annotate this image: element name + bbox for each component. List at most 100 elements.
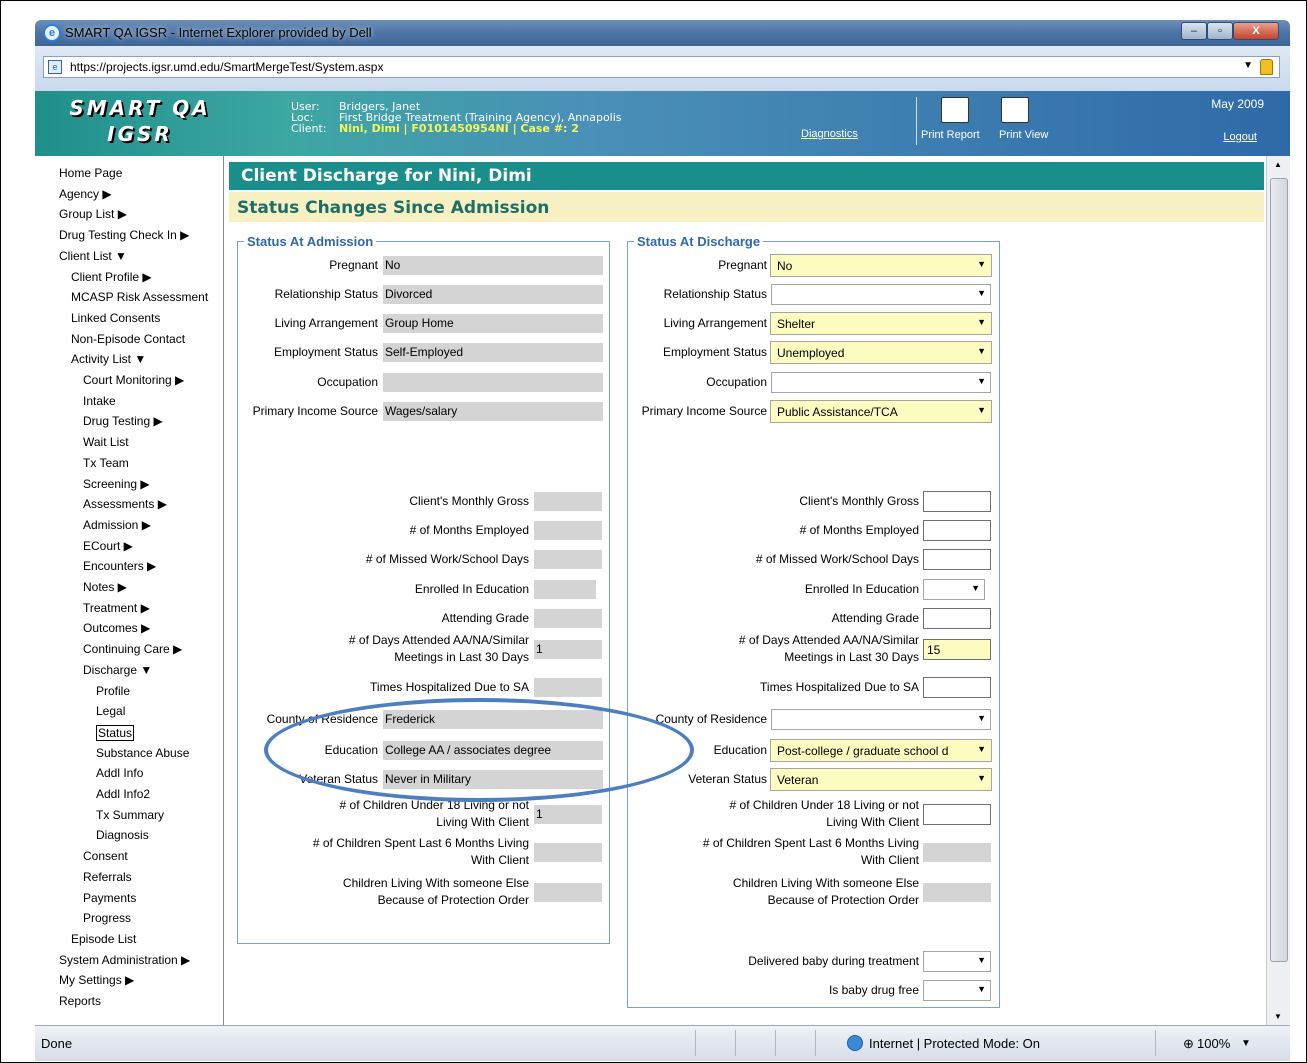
select-field[interactable]: ▼ xyxy=(923,951,991,972)
close-button[interactable]: X xyxy=(1233,22,1279,40)
nav-item[interactable]: Drug Testing ▶ xyxy=(83,414,163,428)
text-input[interactable] xyxy=(923,549,991,570)
maximize-button[interactable]: ▫ xyxy=(1207,22,1233,40)
text-input[interactable] xyxy=(923,491,991,512)
nav-item[interactable]: Agency ▶ xyxy=(59,187,112,201)
field-label: Times Hospitalized Due to SA xyxy=(760,680,919,694)
select-field[interactable]: ▼ xyxy=(771,372,991,393)
text-input[interactable] xyxy=(923,608,991,629)
globe-icon xyxy=(847,1035,863,1051)
nav-item[interactable]: Referrals xyxy=(83,870,132,884)
field-label: Children Living With someone Else Becaus… xyxy=(342,876,529,907)
field-label: # of Children Spent Last 6 Months Living… xyxy=(312,836,529,867)
select-field[interactable]: Post-college / graduate school d ▼ xyxy=(770,739,992,762)
select-field[interactable]: Unemployed ▼ xyxy=(770,341,992,364)
print-report-icon[interactable] xyxy=(941,97,969,123)
nav-item[interactable]: Reports xyxy=(59,994,101,1008)
select-field[interactable]: Veteran ▼ xyxy=(770,768,992,791)
nav-item[interactable]: Continuing Care ▶ xyxy=(83,642,182,656)
readonly-field: Wages/salary xyxy=(383,402,603,421)
nav-item[interactable]: Intake xyxy=(83,394,116,408)
text-input[interactable]: 15 xyxy=(923,639,991,660)
chevron-down-icon: ▼ xyxy=(977,346,986,356)
nav-item[interactable]: Status xyxy=(96,724,135,741)
select-field[interactable]: Shelter ▼ xyxy=(770,312,992,335)
nav-item[interactable]: Home Page xyxy=(59,166,122,180)
lock-icon[interactable] xyxy=(1260,59,1273,75)
nav-item[interactable]: Court Monitoring ▶ xyxy=(83,373,184,387)
nav-item[interactable]: Episode List xyxy=(71,932,136,946)
chevron-down-icon: ▼ xyxy=(977,317,986,327)
nav-item[interactable]: Tx Summary xyxy=(96,808,164,822)
status-text: Done xyxy=(41,1036,73,1051)
field-label: Client's Monthly Gross xyxy=(409,494,529,508)
address-bar-area: e https://projects.igsr.umd.edu/SmartMer… xyxy=(35,46,1290,91)
nav-item[interactable]: Addl Info2 xyxy=(96,787,150,801)
window-titlebar: e SMART QA IGSR - Internet Explorer prov… xyxy=(35,20,1290,46)
nav-item[interactable]: Discharge ▼ xyxy=(83,663,152,677)
nav-item[interactable]: Addl Info xyxy=(96,766,143,780)
nav-item[interactable]: Substance Abuse xyxy=(96,746,189,760)
readonly-field: College AA / associates degree xyxy=(383,741,603,760)
nav-item[interactable]: My Settings ▶ xyxy=(59,973,134,987)
nav-item[interactable]: Encounters ▶ xyxy=(83,559,156,573)
nav-item[interactable]: Legal xyxy=(96,704,125,718)
nav-item[interactable]: Screening ▶ xyxy=(83,477,150,491)
nav-item[interactable]: MCASP Risk Assessment xyxy=(71,290,208,304)
select-field[interactable]: Public Assistance/TCA ▼ xyxy=(770,400,992,423)
diagnostics-link[interactable]: Diagnostics xyxy=(801,128,858,140)
print-view-label[interactable]: Print View xyxy=(999,129,1048,141)
chevron-down-icon: ▼ xyxy=(977,713,986,723)
nav-item[interactable]: ECourt ▶ xyxy=(83,539,133,553)
minimize-button[interactable]: – xyxy=(1181,22,1207,40)
scroll-down-icon[interactable]: ▼ xyxy=(1274,1012,1282,1021)
text-input[interactable] xyxy=(923,520,991,541)
select-field[interactable]: ▼ xyxy=(771,284,991,305)
nav-item[interactable]: Payments xyxy=(83,891,136,905)
nav-item[interactable]: Non-Episode Contact xyxy=(71,332,185,346)
screenshot-frame: e SMART QA IGSR - Internet Explorer prov… xyxy=(0,0,1307,1063)
nav-item[interactable]: Treatment ▶ xyxy=(83,601,150,615)
nav-item[interactable]: Admission ▶ xyxy=(83,518,151,532)
field-label: County of Residence xyxy=(655,712,767,726)
nav-item[interactable]: Tx Team xyxy=(83,456,129,470)
select-field[interactable]: ▼ xyxy=(923,980,991,1001)
nav-item[interactable]: Group List ▶ xyxy=(59,207,127,221)
logout-link[interactable]: Logout xyxy=(1223,131,1257,143)
zoom-icon[interactable]: ⊕ xyxy=(1183,1036,1194,1052)
nav-item[interactable]: Progress xyxy=(83,911,131,925)
nav-item[interactable]: Notes ▶ xyxy=(83,580,127,594)
nav-item[interactable]: Drug Testing Check In ▶ xyxy=(59,228,189,242)
nav-item[interactable]: Activity List ▼ xyxy=(71,352,146,366)
admission-legend: Status At Admission xyxy=(247,234,374,249)
chevron-down-icon[interactable]: ▼ xyxy=(1241,1038,1251,1049)
nav-item[interactable]: Client List ▼ xyxy=(59,249,127,263)
nav-item[interactable]: Profile xyxy=(96,684,130,698)
print-report-label[interactable]: Print Report xyxy=(921,129,980,141)
nav-item[interactable]: Outcomes ▶ xyxy=(83,621,150,635)
text-input[interactable] xyxy=(923,804,991,825)
nav-item[interactable]: Linked Consents xyxy=(71,311,160,325)
select-field[interactable]: No ▼ xyxy=(770,254,992,277)
field-label: # of Months Employed xyxy=(799,523,919,537)
nav-item[interactable]: Client Profile ▶ xyxy=(71,270,152,284)
nav-item[interactable]: Consent xyxy=(83,849,128,863)
address-field[interactable]: e https://projects.igsr.umd.edu/SmartMer… xyxy=(43,56,1280,78)
vertical-scrollbar[interactable]: ▲ ▼ xyxy=(1266,156,1290,1025)
field-label: Enrolled In Education xyxy=(804,582,919,596)
nav-item[interactable]: Diagnosis xyxy=(96,828,149,842)
field-label: Pregnant xyxy=(718,258,767,272)
readonly-field xyxy=(923,883,991,902)
select-field[interactable]: ▼ xyxy=(923,579,985,600)
text-input[interactable] xyxy=(923,677,991,698)
nav-item[interactable]: System Administration ▶ xyxy=(59,953,190,967)
printer-icon[interactable] xyxy=(1001,97,1029,123)
scrollbar-thumb[interactable] xyxy=(1270,178,1288,962)
nav-item[interactable]: Wait List xyxy=(83,435,129,449)
chevron-down-icon[interactable]: ▼ xyxy=(1243,60,1253,71)
nav-item[interactable]: Assessments ▶ xyxy=(83,497,167,511)
field-label: Children Living With someone Else Becaus… xyxy=(732,876,919,907)
scroll-up-icon[interactable]: ▲ xyxy=(1274,160,1282,169)
select-field[interactable]: ▼ xyxy=(771,709,991,730)
zoom-level[interactable]: 100% xyxy=(1197,1036,1230,1051)
